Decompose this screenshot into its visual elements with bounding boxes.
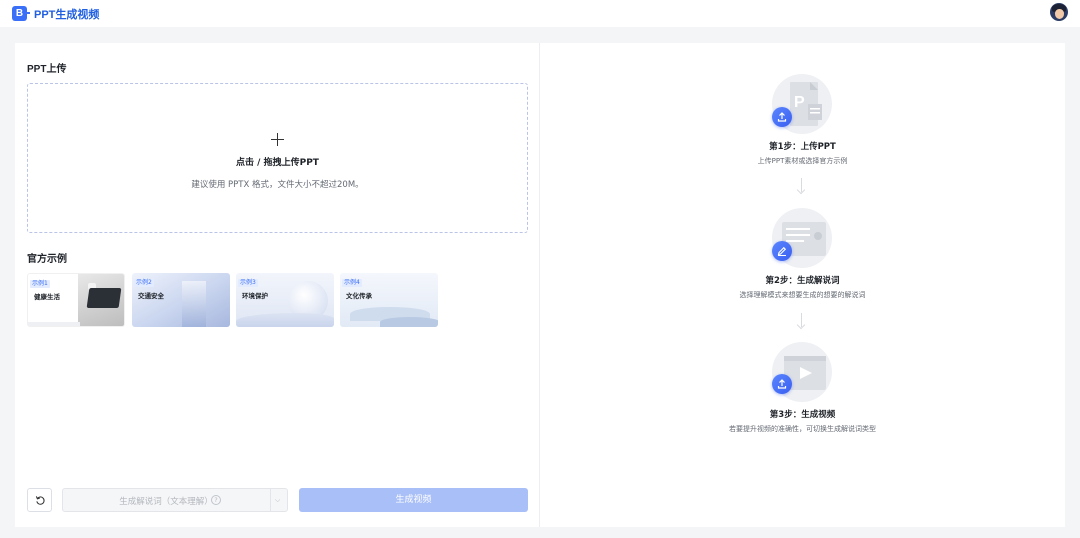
upload-hint: 建议使用 PPTX 格式，文件大小不超过20M。 — [191, 180, 364, 190]
example-name: 健康生活 — [34, 293, 60, 301]
step-desc: 若要提升视频的准确性，可切换生成解说词类型 — [729, 425, 876, 433]
edit-icon — [772, 241, 792, 261]
right-panel: P 第1步：上传PPT 上传PPT素材或选择官方示例 第2步：生成解说词 选择理… — [540, 43, 1065, 527]
step-desc: 选择理解模式来想要生成的想要的解说词 — [739, 291, 866, 299]
svg-text:P: P — [794, 94, 805, 111]
example-card-2[interactable]: 示例2 交通安全 — [132, 273, 230, 327]
reset-button[interactable] — [27, 488, 52, 512]
help-icon[interactable]: ? — [211, 495, 221, 505]
reset-icon — [35, 496, 45, 505]
example-name: 交通安全 — [138, 292, 164, 300]
example-tag: 示例2 — [134, 279, 154, 287]
examples-list: 示例1 健康生活 示例2 交通安全 示例3 环境保护 示例4 文化传承 — [27, 273, 447, 327]
examples-section-title: 官方示例 — [27, 254, 67, 265]
upload-dropzone[interactable]: 点击 / 拖拽上传PPT 建议使用 PPTX 格式，文件大小不超过20M。 — [27, 83, 528, 233]
example-tag: 示例4 — [342, 279, 362, 287]
generate-video-button[interactable]: 生成视频 — [299, 488, 528, 512]
wave-image — [236, 313, 334, 327]
example-tag: 示例1 — [30, 280, 50, 288]
app-logo: B — [12, 6, 30, 21]
app-title: PPT生成视频 — [34, 9, 100, 21]
example-tag: 示例3 — [238, 279, 258, 287]
avatar-face — [1055, 9, 1064, 19]
step-title: 第2步：生成解说词 — [765, 276, 840, 286]
upload-action-text: 点击 / 拖拽上传PPT — [236, 158, 319, 168]
example-thumbnail — [78, 274, 124, 326]
plus-icon — [271, 133, 284, 146]
example-name: 文化传承 — [346, 292, 372, 300]
select-divider — [270, 489, 271, 511]
laptop-image — [86, 288, 122, 308]
decor-line — [28, 322, 80, 326]
example-card-4[interactable]: 示例4 文化传承 — [340, 273, 438, 327]
top-bar: B PPT生成视频 — [0, 0, 1080, 27]
building-image — [182, 281, 206, 327]
step-title: 第3步：生成视频 — [769, 410, 836, 420]
step-desc: 上传PPT素材或选择官方示例 — [757, 157, 848, 165]
left-panel: PPT上传 点击 / 拖拽上传PPT 建议使用 PPTX 格式，文件大小不超过2… — [15, 43, 539, 527]
example-card-1[interactable]: 示例1 健康生活 — [27, 273, 125, 327]
arrow-down-icon — [801, 178, 802, 192]
example-name: 环境保护 — [242, 292, 268, 300]
avatar[interactable] — [1050, 3, 1068, 21]
upload-icon — [772, 374, 792, 394]
mountain-image — [380, 317, 438, 327]
arrow-down-icon — [801, 313, 802, 327]
step-title: 第1步：上传PPT — [769, 142, 836, 152]
upload-section-title: PPT上传 — [27, 64, 67, 75]
logo-letter: B — [15, 8, 24, 19]
upload-icon — [772, 107, 792, 127]
bottom-toolbar: 生成解说词（文本理解） ? ⌵ 生成视频 — [27, 488, 528, 512]
generate-script-select[interactable]: 生成解说词（文本理解） ? ⌵ — [62, 488, 288, 512]
steps-guide: P 第1步：上传PPT 上传PPT素材或选择官方示例 第2步：生成解说词 选择理… — [540, 43, 1065, 527]
chevron-down-icon[interactable]: ⌵ — [275, 496, 280, 505]
example-card-3[interactable]: 示例3 环境保护 — [236, 273, 334, 327]
generate-script-label: 生成解说词（文本理解） — [119, 497, 213, 507]
